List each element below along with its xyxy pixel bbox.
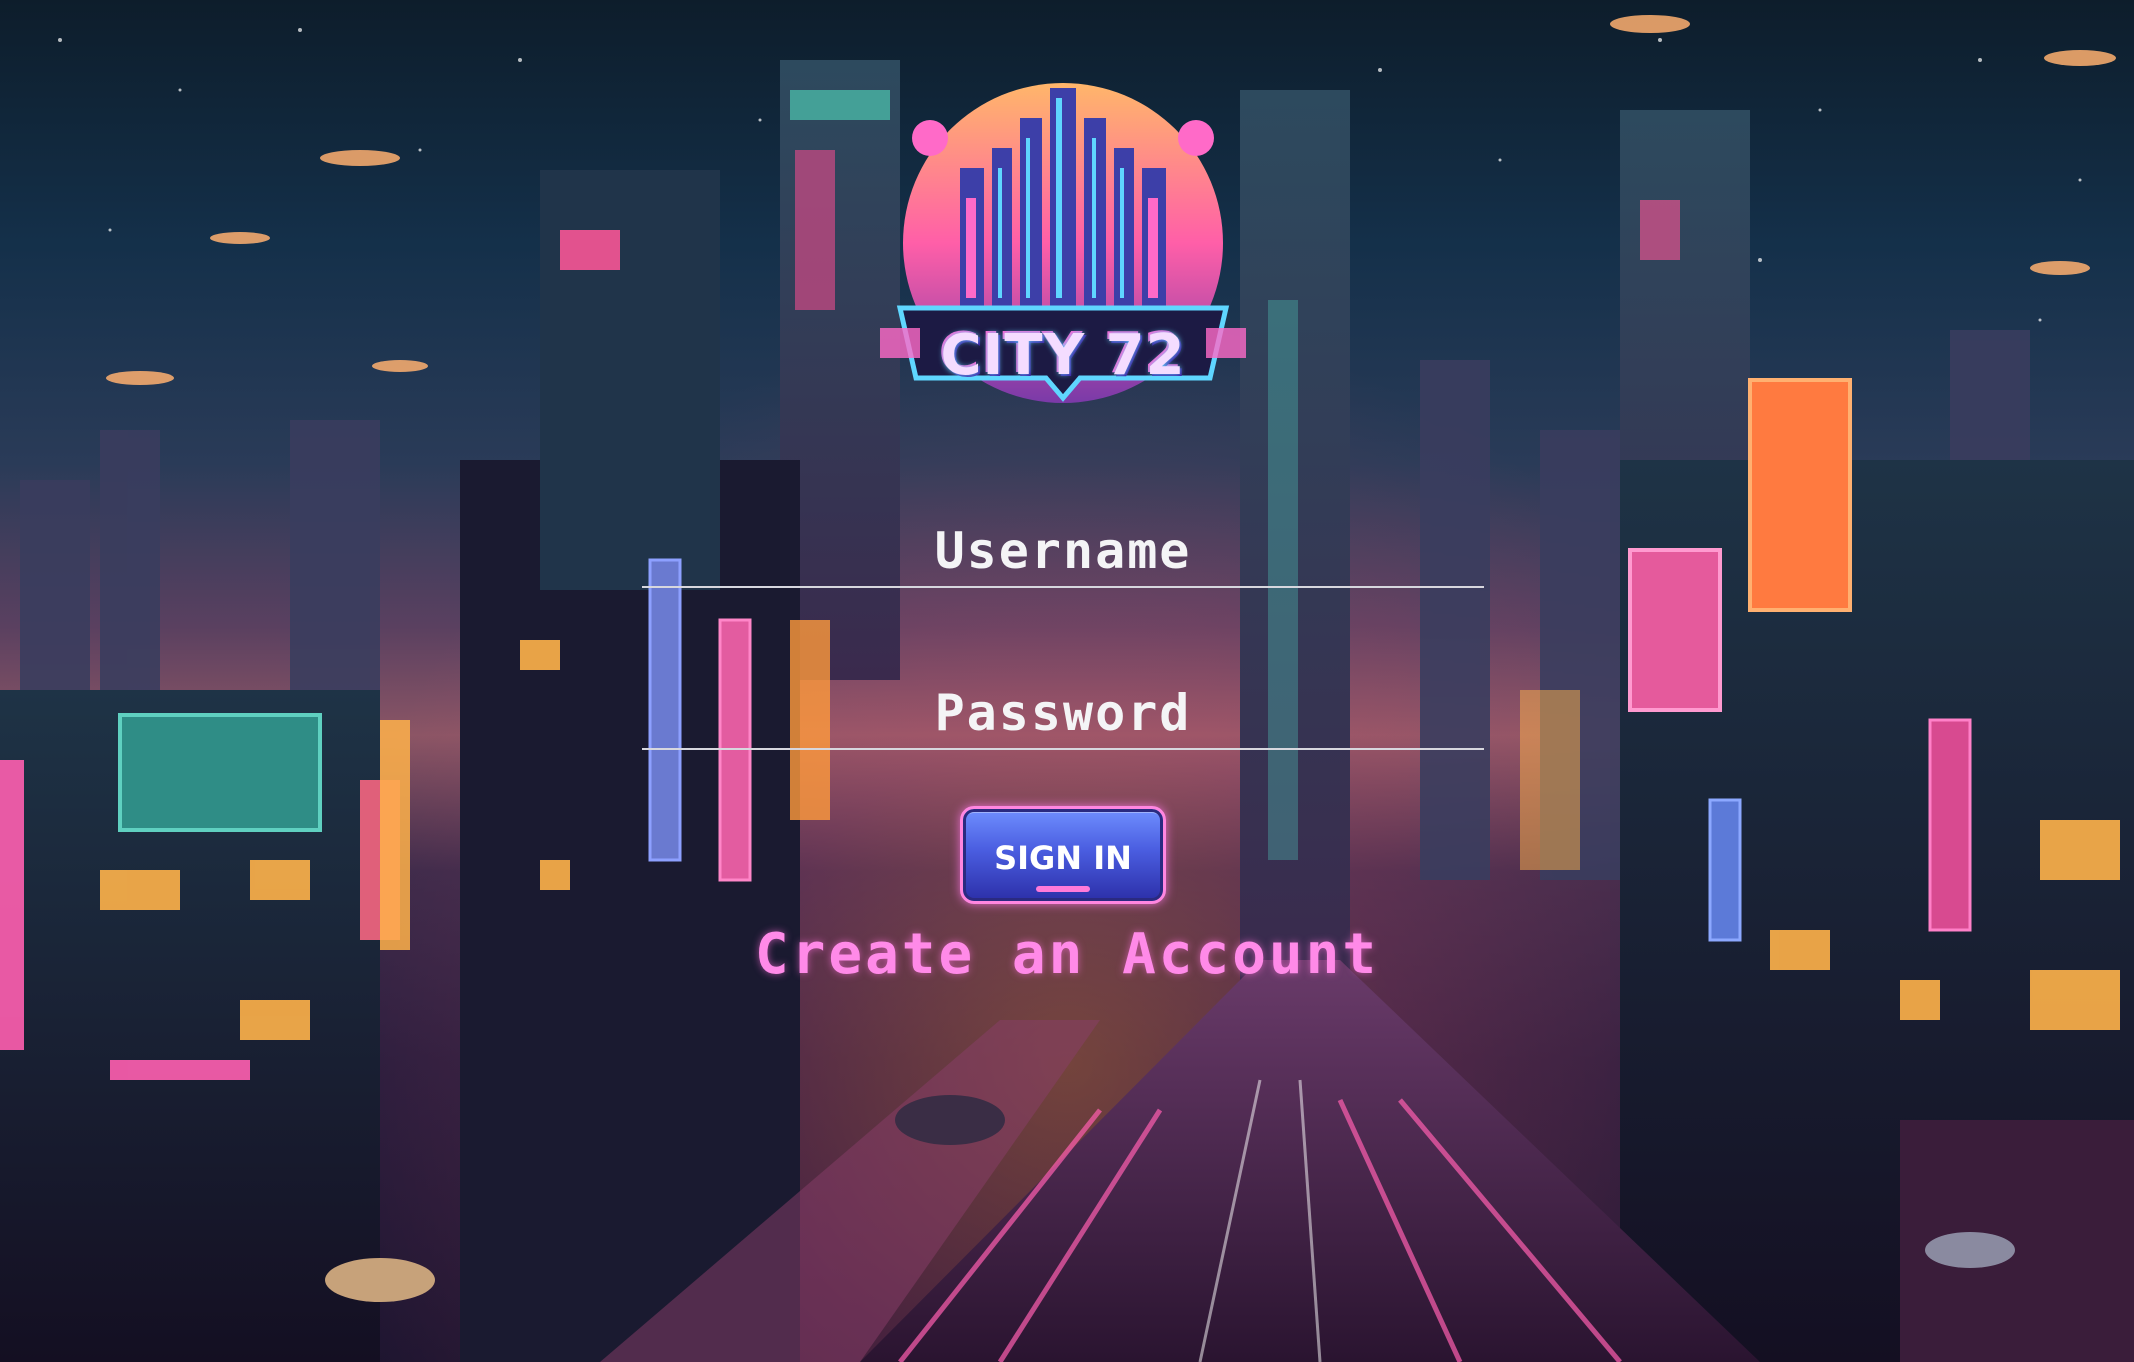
password-input[interactable] [642,670,1484,748]
create-account-link[interactable]: Create an Account [560,920,1574,990]
username-input[interactable] [642,508,1484,586]
sign-in-label: SIGN IN [994,839,1132,877]
city72-logo: CITY 72 [880,78,1246,418]
sign-in-underline [1036,886,1090,892]
password-field[interactable] [642,670,1484,750]
username-field[interactable] [642,508,1484,588]
sign-in-button[interactable]: SIGN IN [960,806,1166,904]
logo-text: CITY 72 [940,323,1186,388]
